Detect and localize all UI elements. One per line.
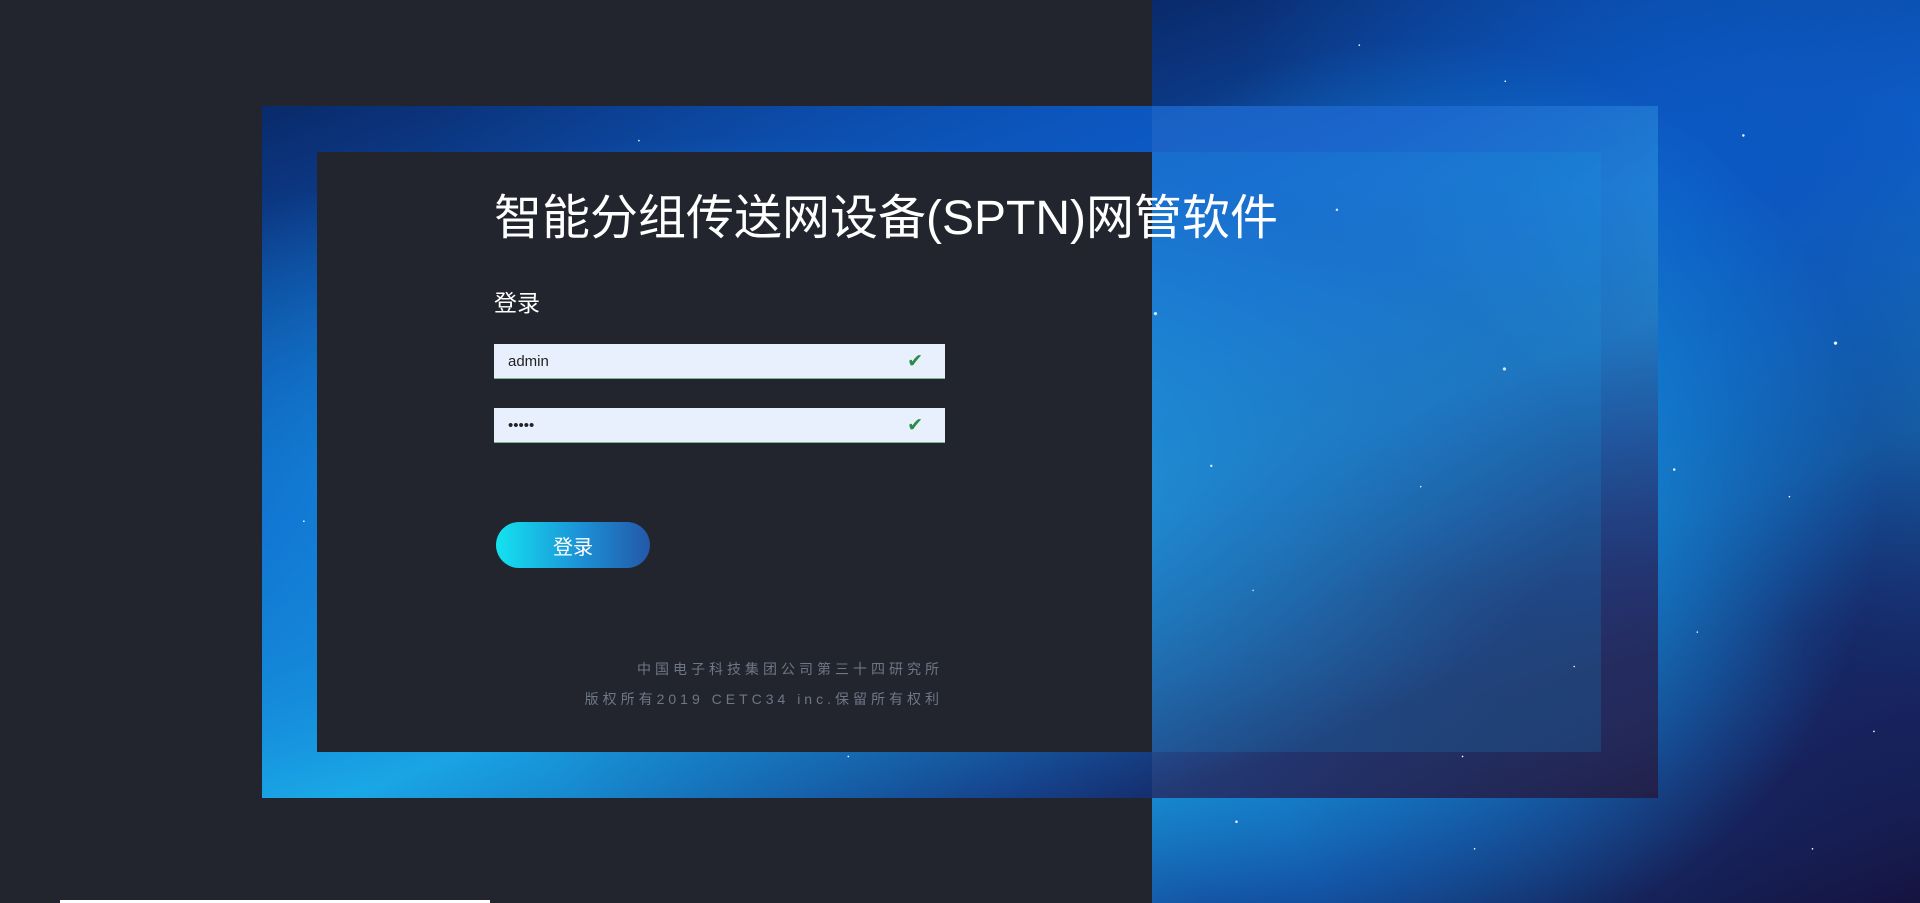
password-input[interactable]	[494, 408, 945, 442]
login-button[interactable]: 登录	[496, 522, 650, 568]
check-icon: ✔	[907, 350, 923, 372]
login-heading: 登录	[494, 290, 540, 316]
page-title: 智能分组传送网设备(SPTN)网管软件	[494, 192, 1278, 245]
footer-organization: 中国电子科技集团公司第三十四研究所	[637, 661, 943, 677]
footer-copyright: 版权所有2019 CETC34 inc.保留所有权利	[584, 691, 943, 707]
username-field[interactable]: ✔	[494, 344, 945, 379]
username-input[interactable]	[494, 344, 945, 378]
check-icon: ✔	[907, 414, 923, 436]
password-field[interactable]: ✔	[494, 408, 945, 443]
